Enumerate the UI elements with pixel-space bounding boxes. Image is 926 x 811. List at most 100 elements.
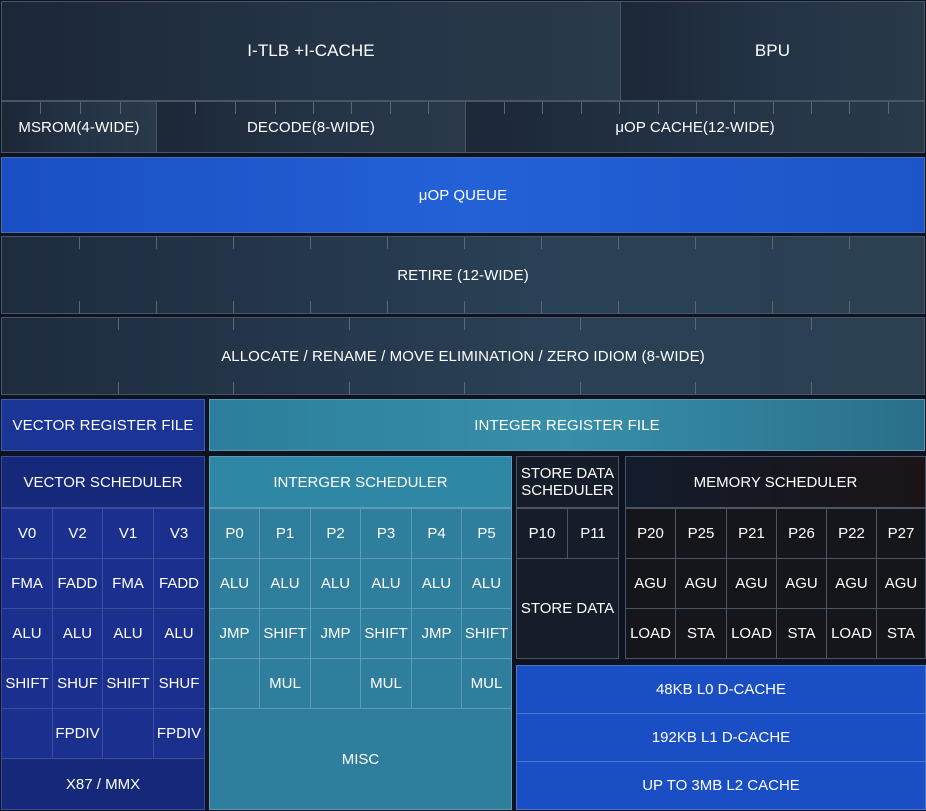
store-port-label: P10	[528, 525, 556, 542]
vector-unit-label: SHIFT	[106, 675, 150, 692]
memory-unit: LOAD	[726, 608, 777, 659]
itlb-icache-block: I-TLB +I-CACHE	[1, 1, 621, 101]
vector-port: V2	[52, 508, 103, 559]
integer-unit: ALU	[209, 558, 260, 609]
memory-port-label: P25	[687, 525, 715, 542]
integer-unit: ALU	[310, 558, 361, 609]
misc-block: MISC	[209, 708, 512, 810]
integer-port: P0	[209, 508, 260, 559]
allocate-top-ticks	[2, 318, 924, 330]
integer-unit-label: MUL	[470, 675, 503, 692]
integer-scheduler-title-label: INTERGER SCHEDULER	[273, 473, 448, 491]
memory-unit-label: AGU	[835, 575, 868, 592]
memory-unit-label: LOAD	[731, 625, 772, 642]
integer-unit-label: ALU	[421, 575, 452, 592]
vector-unit-label: FPDIV	[55, 725, 100, 742]
integer-unit-label: SHIFT	[263, 625, 307, 642]
integer-unit: ALU	[259, 558, 311, 609]
integer-unit-label: JMP	[219, 625, 250, 642]
vector-unit-label: SHIFT	[5, 675, 49, 692]
memory-unit: AGU	[726, 558, 777, 609]
store-data-label: STORE DATA	[520, 600, 615, 617]
integer-unit	[310, 658, 361, 709]
vector-register-file-label: VECTOR REGISTER FILE	[12, 416, 194, 434]
integer-unit-label: ALU	[371, 575, 401, 592]
vector-unit-label: FADD	[57, 575, 98, 592]
vector-register-file: VECTOR REGISTER FILE	[1, 399, 205, 451]
integer-unit: SHIFT	[259, 608, 311, 659]
l0-dcache-block: 48KB L0 D-CACHE	[516, 665, 926, 714]
vector-unit-label: FADD	[158, 575, 199, 592]
memory-unit-label: AGU	[634, 575, 667, 592]
memory-scheduler-title-label: MEMORY SCHEDULER	[693, 473, 858, 491]
store-port: P10	[516, 508, 568, 559]
integer-unit: ALU	[411, 558, 462, 609]
vector-port: V1	[102, 508, 154, 559]
memory-unit-label: AGU	[785, 575, 818, 592]
vector-unit: FMA	[102, 558, 154, 609]
decode-block: DECODE(8-WIDE)	[156, 101, 466, 153]
integer-unit-label: JMP	[421, 625, 452, 642]
vector-unit: ALU	[102, 608, 154, 659]
memory-scheduler-title: MEMORY SCHEDULER	[625, 456, 926, 508]
integer-unit-label: SHIFT	[464, 625, 509, 642]
integer-unit-label: ALU	[219, 575, 250, 592]
vector-unit-label: ALU	[12, 625, 42, 642]
vector-unit: SHUF	[52, 658, 103, 709]
store-data-scheduler-title: STORE DATA SCHEDULER	[516, 456, 619, 508]
vector-port-label: V1	[118, 525, 138, 542]
integer-unit-label: JMP	[320, 625, 351, 642]
vector-unit: SHIFT	[1, 658, 53, 709]
vector-unit: FPDIV	[153, 708, 205, 759]
x87-mmx-block: X87 / MMX	[1, 758, 205, 810]
integer-unit: MUL	[360, 658, 412, 709]
integer-unit-label: MUL	[269, 675, 301, 692]
vector-unit-label: FMA	[112, 575, 144, 592]
allocate-label: ALLOCATE / RENAME / MOVE ELIMINATION / Z…	[221, 347, 705, 365]
vector-unit-label: ALU	[62, 625, 93, 642]
memory-unit-label: LOAD	[831, 625, 872, 642]
store-data-block: STORE DATA	[516, 558, 619, 659]
integer-port: P3	[360, 508, 412, 559]
integer-port-label: P1	[275, 525, 295, 542]
integer-unit-label: SHIFT	[364, 625, 408, 642]
integer-unit: SHIFT	[461, 608, 512, 659]
integer-port: P4	[411, 508, 462, 559]
integer-unit: MUL	[461, 658, 512, 709]
vector-unit: FMA	[1, 558, 53, 609]
l0-dcache-label: 48KB L0 D-CACHE	[655, 681, 787, 698]
store-data-scheduler-title-line2: SCHEDULER	[521, 482, 614, 499]
memory-port: P22	[826, 508, 877, 559]
integer-register-file-label: INTEGER REGISTER FILE	[474, 416, 660, 434]
vector-port: V3	[153, 508, 205, 559]
memory-port-label: P22	[838, 525, 865, 542]
integer-port-label: P2	[326, 525, 345, 542]
memory-port-label: P20	[637, 525, 664, 542]
vector-scheduler-title: VECTOR SCHEDULER	[1, 456, 205, 508]
memory-port-label: P27	[887, 525, 915, 542]
integer-port-label: P4	[427, 525, 446, 542]
integer-unit	[411, 658, 462, 709]
store-data-scheduler-title-line1: STORE DATA	[520, 465, 615, 482]
vector-unit-label: FPDIV	[156, 725, 202, 742]
memory-unit: AGU	[625, 558, 676, 609]
vector-unit-label: ALU	[164, 625, 194, 642]
vector-unit	[102, 708, 154, 759]
vector-port-label: V2	[68, 525, 87, 542]
l1-dcache-label: 192KB L1 D-CACHE	[651, 729, 791, 746]
l2-cache-block: UP TO 3MB L2 CACHE	[516, 761, 926, 810]
decode-ticks	[157, 102, 465, 114]
memory-unit-label: STA	[787, 625, 816, 642]
integer-unit-label: ALU	[270, 575, 300, 592]
memory-port: P25	[675, 508, 727, 559]
integer-port: P2	[310, 508, 361, 559]
integer-port: P5	[461, 508, 512, 559]
vector-unit: FPDIV	[52, 708, 103, 759]
vector-unit: ALU	[1, 608, 53, 659]
integer-unit-label: ALU	[471, 575, 502, 592]
vector-unit: FADD	[153, 558, 205, 609]
x87-mmx-label: X87 / MMX	[65, 775, 141, 793]
vector-unit-label: ALU	[113, 625, 143, 642]
msrom-block: MSROM(4-WIDE)	[1, 101, 157, 153]
integer-unit-label: ALU	[320, 575, 351, 592]
